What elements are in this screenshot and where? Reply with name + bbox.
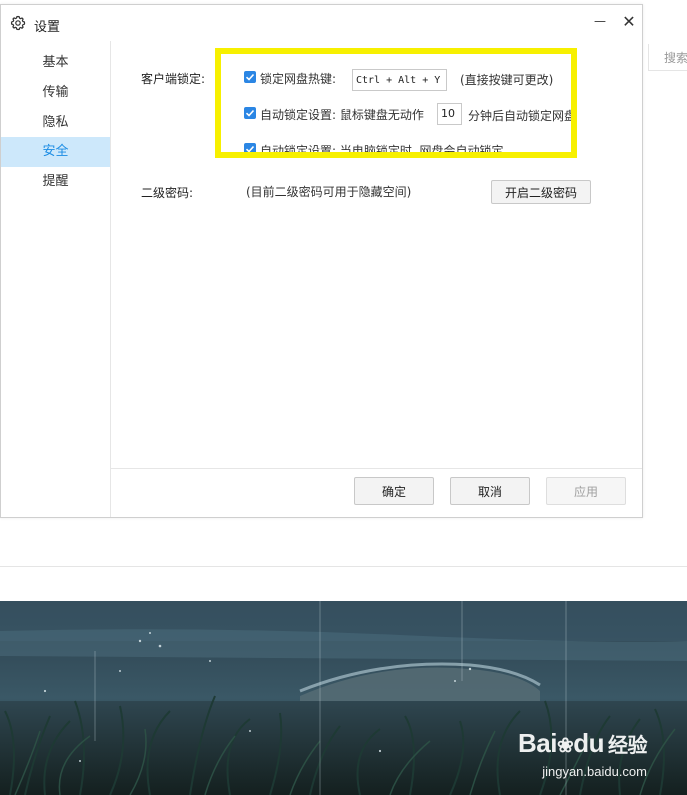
- background-divider: [0, 566, 687, 567]
- apply-label: 应用: [573, 484, 598, 499]
- sidebar-item-label: 传输: [42, 85, 69, 100]
- idle-lock-suffix: 分钟后自动锁定网盘: [468, 109, 577, 123]
- second-password-label: 二级密码:: [141, 186, 194, 200]
- system-lock-checkbox[interactable]: [244, 143, 256, 155]
- ok-label: 确定: [381, 484, 406, 499]
- paw-icon: ❀: [556, 735, 574, 757]
- hotkey-hint: (直接按键可更改): [460, 73, 554, 87]
- hotkey-lock-checkbox[interactable]: [244, 71, 256, 83]
- sidebar-item-label: 基本: [42, 55, 69, 70]
- second-password-hint: (目前二级密码可用于隐藏空间): [246, 185, 412, 199]
- footer-divider: [111, 468, 642, 469]
- sidebar-item-transfer[interactable]: 传输: [1, 78, 110, 108]
- settings-sidebar: 基本 传输 隐私 安全 提醒: [1, 41, 111, 517]
- cancel-label: 取消: [477, 484, 502, 499]
- dialog-title: 设置: [34, 20, 61, 35]
- decorative-scene-image: Bai❀du 经验 jingyan.baidu.com: [0, 601, 687, 795]
- close-button[interactable]: ✕: [617, 9, 641, 33]
- enable-second-password-button[interactable]: 开启二级密码: [491, 180, 591, 204]
- client-lock-label: 客户端锁定:: [141, 72, 206, 86]
- apply-button[interactable]: 应用: [546, 477, 626, 505]
- cancel-button[interactable]: 取消: [450, 477, 530, 505]
- sidebar-item-basic[interactable]: 基本: [1, 48, 110, 78]
- settings-dialog: 设置 — ✕ 基本 传输 隐私 安全 提醒 客户端锁定: 锁定网盘热键: Ctr…: [0, 4, 643, 518]
- check-icon: [245, 109, 255, 117]
- sidebar-item-reminder[interactable]: 提醒: [1, 167, 110, 197]
- check-icon: [245, 145, 255, 153]
- background-search-box[interactable]: 搜索: [648, 44, 687, 71]
- background-search-placeholder: 搜索: [664, 51, 687, 65]
- security-settings-panel: 客户端锁定: 锁定网盘热键: Ctrl + Alt + Y (直接按键可更改) …: [111, 41, 642, 517]
- check-icon: [245, 73, 255, 81]
- watermark-url: jingyan.baidu.com: [542, 764, 647, 779]
- idle-minutes-input[interactable]: 10: [437, 103, 462, 125]
- sidebar-item-label: 安全: [42, 144, 69, 159]
- watermark-brand-cn: 经验: [608, 735, 648, 757]
- sidebar-item-privacy[interactable]: 隐私: [1, 108, 110, 138]
- watermark-brand-du: du: [573, 728, 604, 758]
- watermark-brand-bai: Bai: [518, 728, 557, 758]
- system-lock-label: 自动锁定设置: 当电脑锁定时, 网盘会自动锁定: [260, 144, 504, 158]
- enable-second-password-label: 开启二级密码: [504, 185, 577, 200]
- idle-lock-checkbox[interactable]: [244, 107, 256, 119]
- idle-lock-label: 自动锁定设置: 鼠标键盘无动作: [260, 108, 424, 122]
- dialog-titlebar[interactable]: 设置 — ✕: [1, 5, 642, 41]
- gear-icon: [10, 15, 26, 31]
- hotkey-input[interactable]: Ctrl + Alt + Y: [352, 69, 447, 91]
- sidebar-item-label: 提醒: [42, 174, 69, 189]
- sidebar-item-label: 隐私: [42, 115, 69, 130]
- close-icon: ✕: [622, 11, 636, 31]
- sidebar-item-security[interactable]: 安全: [1, 137, 110, 167]
- ok-button[interactable]: 确定: [354, 477, 434, 505]
- minimize-icon: —: [594, 14, 606, 28]
- minimize-button[interactable]: —: [588, 9, 612, 33]
- hotkey-lock-label: 锁定网盘热键:: [260, 72, 337, 86]
- baidu-jingyan-watermark-logo: Bai❀du 经验: [518, 728, 648, 759]
